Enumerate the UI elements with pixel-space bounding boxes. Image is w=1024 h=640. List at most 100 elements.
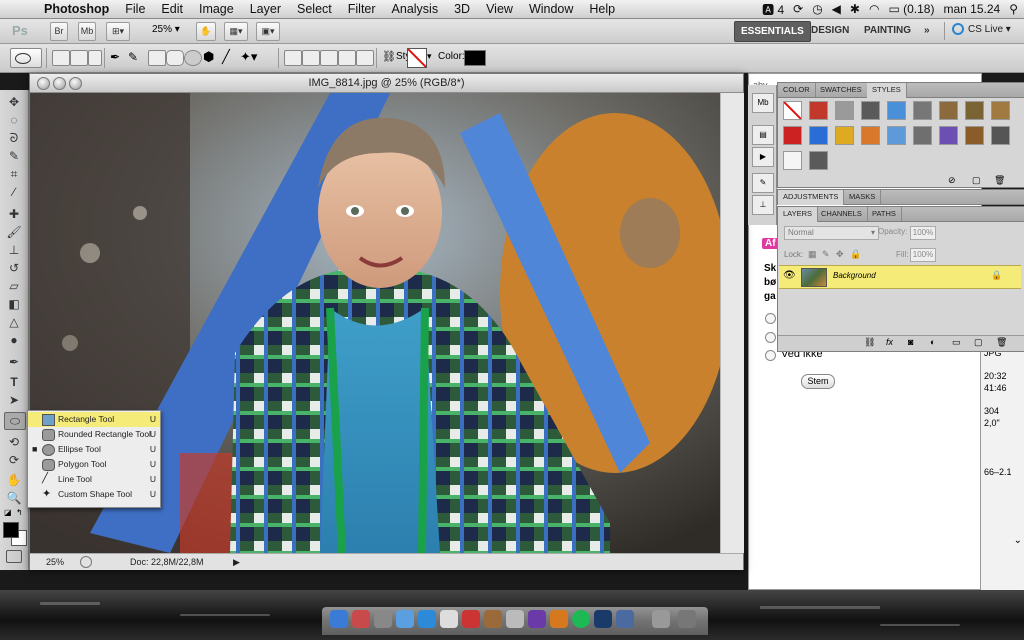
arrange-documents-dropdown[interactable]: ▦▾ — [224, 22, 248, 41]
poll-radio-1[interactable] — [765, 313, 776, 324]
launch-mini-bridge-button[interactable]: Mb — [78, 22, 96, 41]
style-swatch[interactable] — [861, 126, 880, 145]
style-swatch[interactable] — [809, 126, 828, 145]
tool-preset-picker[interactable] — [10, 48, 42, 68]
vote-button[interactable]: Stem — [801, 374, 835, 389]
quick-mask-icon[interactable] — [6, 550, 22, 563]
style-swatch[interactable] — [887, 126, 906, 145]
tab-channels[interactable]: CHANNELS — [816, 207, 868, 221]
style-swatch[interactable] — [939, 101, 958, 120]
3d-orbit-tool-icon[interactable]: ⟳ — [4, 452, 24, 468]
pen-tool-icon[interactable]: ✒ — [4, 354, 24, 370]
close-window-button[interactable] — [37, 77, 50, 90]
app-icon[interactable] — [528, 610, 546, 628]
status-menu-arrow-icon[interactable]: ▶ — [233, 554, 240, 570]
add-to-shape-icon[interactable] — [302, 50, 320, 66]
eyedropper-tool-icon[interactable]: ⁄ — [4, 184, 24, 200]
workspace-painting[interactable]: PAINTING — [858, 21, 917, 40]
freeform-pen-icon[interactable]: ✎ — [128, 50, 138, 64]
tab-color[interactable]: COLOR — [778, 83, 816, 97]
new-style-icon[interactable]: ▢ — [972, 175, 981, 186]
mini-bridge-panel-icon[interactable]: Mb — [752, 93, 774, 113]
spotify-icon[interactable] — [572, 610, 590, 628]
delete-style-icon[interactable]: 🗑 — [994, 175, 1005, 186]
ellipse-shape-icon[interactable] — [184, 50, 202, 66]
document-title-bar[interactable]: IMG_8814.jpg @ 25% (RGB/8*) — [30, 74, 743, 93]
finder-icon[interactable] — [330, 610, 348, 628]
photo-booth-icon[interactable] — [462, 610, 480, 628]
workspace-essentials[interactable]: ESSENTIALS — [734, 21, 811, 42]
zoom-level-dropdown[interactable]: 25% ▾ — [152, 24, 180, 35]
tab-adjustments[interactable]: ADJUSTMENTS — [778, 190, 845, 205]
style-swatch[interactable] — [809, 101, 828, 120]
ellipse-tool-icon[interactable]: ⬭ — [4, 412, 26, 430]
itunes-icon[interactable] — [418, 610, 436, 628]
iphoto-icon[interactable] — [484, 610, 502, 628]
brushes-panel-icon[interactable]: ✎ — [752, 173, 774, 193]
flyout-item-polygon[interactable]: Polygon Tool U — [28, 457, 160, 472]
style-swatch[interactable] — [835, 101, 854, 120]
healing-brush-tool-icon[interactable]: ✚ — [4, 206, 24, 222]
menu-select[interactable]: Select — [289, 2, 340, 16]
flyout-item-line[interactable]: ╱ Line Tool U — [28, 472, 160, 487]
adjustment-layer-icon[interactable]: ◐ — [930, 337, 935, 347]
foreground-color-swatch[interactable] — [3, 522, 19, 538]
menu-filter[interactable]: Filter — [340, 2, 384, 16]
zoom-window-button[interactable] — [69, 77, 82, 90]
minimize-window-button[interactable] — [53, 77, 66, 90]
shape-layers-mode-icon[interactable] — [52, 50, 70, 66]
lock-image-icon[interactable]: ✎ — [822, 249, 830, 260]
tab-swatches[interactable]: SWATCHES — [815, 83, 868, 97]
blend-mode-select[interactable]: Normal ▾ — [784, 226, 879, 240]
custom-shape-icon[interactable]: ✦▾ — [240, 49, 257, 65]
style-swatch[interactable] — [965, 126, 984, 145]
vertical-scrollbar[interactable] — [720, 93, 744, 553]
blur-tool-icon[interactable]: △ — [4, 314, 24, 330]
actions-panel-icon[interactable]: ▶ — [752, 147, 774, 167]
menu-analysis[interactable]: Analysis — [384, 2, 447, 16]
flyout-item-ellipse[interactable]: ■ Ellipse Tool U — [28, 442, 160, 457]
clock[interactable]: man 15.24 — [943, 2, 1000, 16]
exclude-shape-icon[interactable] — [356, 50, 374, 66]
link-icon[interactable]: ⛓ — [382, 50, 396, 63]
menu-help[interactable]: Help — [581, 2, 623, 16]
layer-name[interactable]: Background — [833, 271, 876, 280]
new-group-icon[interactable]: ▭ — [952, 337, 961, 348]
volume-icon[interactable]: ◀ — [832, 2, 841, 16]
polygon-shape-icon[interactable]: ⬢ — [203, 49, 214, 65]
style-swatch[interactable] — [913, 101, 932, 120]
opacity-input[interactable]: 100% — [910, 226, 936, 240]
style-dropdown-arrow[interactable]: ▾ — [427, 51, 432, 62]
rounded-rectangle-shape-icon[interactable] — [166, 50, 184, 66]
layer-visibility-eye-icon[interactable]: 👁 — [783, 270, 796, 281]
layer-row-background[interactable]: 👁 Background 🔒 — [779, 265, 1021, 289]
menu-layer[interactable]: Layer — [242, 2, 289, 16]
menu-view[interactable]: View — [478, 2, 521, 16]
tab-paths[interactable]: PATHS — [867, 207, 902, 221]
time-machine-icon[interactable]: ◷ — [812, 2, 822, 16]
subtract-shape-icon[interactable] — [320, 50, 338, 66]
shape-color-swatch[interactable] — [464, 50, 486, 66]
app-menu[interactable]: Photoshop — [36, 2, 117, 16]
quick-selection-tool-icon[interactable]: ✎ — [4, 148, 24, 164]
style-swatch[interactable] — [887, 101, 906, 120]
adobe-updates-icon[interactable]: 🅰 4 — [762, 1, 784, 18]
battery-icon[interactable]: ▭ (0.18) — [888, 2, 934, 16]
style-swatch[interactable] — [783, 101, 802, 120]
flyout-item-custom-shape[interactable]: ✦ Custom Shape Tool U — [28, 487, 160, 502]
style-swatch[interactable] — [783, 126, 802, 145]
path-selection-tool-icon[interactable]: ➤ — [4, 392, 24, 408]
move-tool-icon[interactable]: ✥ — [4, 94, 24, 110]
history-brush-tool-icon[interactable]: ↺ — [4, 260, 24, 276]
add-mask-icon[interactable]: ◙ — [908, 337, 913, 347]
style-picker[interactable] — [407, 48, 427, 68]
wifi-icon[interactable]: ◠ — [869, 2, 879, 16]
zoom-tool-icon[interactable]: 🔍 — [4, 490, 24, 506]
rectangle-shape-icon[interactable] — [148, 50, 166, 66]
hand-tool-icon[interactable]: ✋ — [4, 472, 24, 488]
style-swatch[interactable] — [965, 101, 984, 120]
brush-tool-icon[interactable]: 🖌 — [4, 224, 24, 240]
history-panel-icon[interactable]: ▤ — [752, 125, 774, 145]
launch-bridge-button[interactable]: Br — [50, 22, 68, 41]
bluetooth-icon[interactable]: ✱ — [850, 2, 860, 16]
